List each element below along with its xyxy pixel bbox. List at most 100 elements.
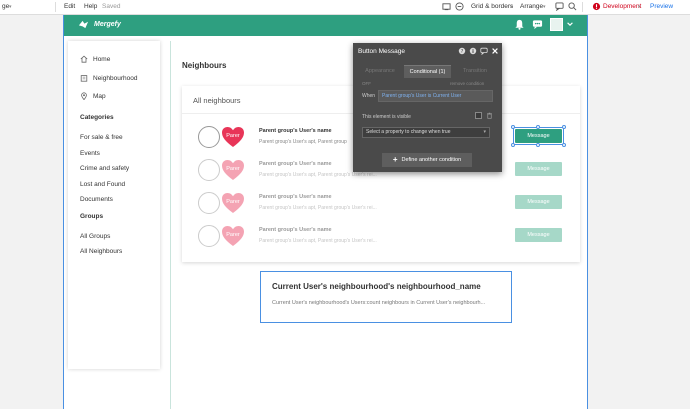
visible-checkbox[interactable] xyxy=(475,112,482,119)
sidebar-item-crime-safety[interactable]: Crime and safety xyxy=(80,165,129,172)
neighbour-description: Parent group's User's apt, Parent group'… xyxy=(259,172,377,178)
help-icon[interactable]: ? xyxy=(458,47,466,55)
neighbour-avatar[interactable] xyxy=(198,126,220,148)
sidebar-item-label: Map xyxy=(93,92,106,100)
neighbour-name: Parent group's User's name xyxy=(259,128,332,134)
messages-icon[interactable] xyxy=(532,19,543,30)
warning-icon xyxy=(592,2,601,11)
define-condition-label: Define another condition xyxy=(401,157,462,163)
visible-label: This element is visible xyxy=(362,114,411,120)
content-divider xyxy=(170,41,171,409)
resize-handle[interactable] xyxy=(562,143,566,147)
resize-handle[interactable] xyxy=(562,125,566,129)
toolbar-divider xyxy=(582,2,583,12)
sidebar-item-all-neighbours[interactable]: All Neighbours xyxy=(80,248,122,255)
message-button[interactable]: Message xyxy=(515,195,562,209)
remove-condition-link[interactable]: remove condition xyxy=(450,81,484,86)
map-pin-icon xyxy=(81,92,87,100)
comment-icon[interactable] xyxy=(480,47,488,55)
when-label: When xyxy=(362,93,376,99)
resize-handle[interactable] xyxy=(536,125,540,129)
groups-heading: Groups xyxy=(80,213,104,220)
heart-label: Parer xyxy=(226,166,240,172)
svg-text:?: ? xyxy=(461,49,464,55)
property-select[interactable]: Select a property to change when true ▾ xyxy=(362,127,490,138)
neighbour-avatar[interactable] xyxy=(198,192,220,214)
search-icon[interactable] xyxy=(568,2,577,11)
chevron-down-icon[interactable] xyxy=(566,20,574,28)
message-button[interactable]: Message xyxy=(515,162,562,176)
sidebar-item-label: Neighbourhood xyxy=(93,74,138,82)
arrange-chevron-icon[interactable]: ▾ xyxy=(543,4,546,10)
panel-title: Button Message xyxy=(358,48,405,55)
mergefy-logo-icon xyxy=(78,20,89,29)
grid-borders-menu[interactable]: Grid & borders xyxy=(471,3,513,10)
neighbour-row: Parer Parent group's User's name Parent … xyxy=(182,191,580,219)
sidebar-item-map[interactable]: Map xyxy=(80,92,106,100)
page-dropdown-chevron-icon[interactable]: ▾ xyxy=(9,4,12,10)
bell-icon[interactable] xyxy=(514,19,525,30)
trash-icon[interactable] xyxy=(486,112,493,119)
grid-chevron-icon[interactable]: ▾ xyxy=(510,4,513,10)
resize-handle[interactable] xyxy=(511,143,515,147)
heart-label: Parer xyxy=(226,199,240,205)
responsive-icon[interactable] xyxy=(442,2,451,11)
resize-handle[interactable] xyxy=(511,125,515,129)
neighbourhood-name: Current User's neighbourhood's neighbour… xyxy=(272,282,481,291)
save-status: Saved xyxy=(102,3,121,10)
app-header: Mergefy xyxy=(64,15,587,36)
tab-transition[interactable]: Transition xyxy=(451,65,499,78)
edit-menu[interactable]: Edit xyxy=(64,3,75,10)
close-icon[interactable] xyxy=(491,47,499,55)
neighbour-avatar[interactable] xyxy=(198,159,220,181)
issues-icon[interactable] xyxy=(455,2,464,11)
current-user-neighbourhood-box[interactable]: Current User's neighbourhood's neighbour… xyxy=(260,271,512,323)
preview-button[interactable]: Preview xyxy=(650,3,673,10)
info-icon[interactable] xyxy=(469,47,477,55)
heart-label: Parer xyxy=(226,232,240,238)
sidebar-item-events[interactable]: Events xyxy=(80,150,100,157)
help-menu[interactable]: Help xyxy=(84,3,97,10)
building-icon xyxy=(80,75,88,82)
toolbar-divider xyxy=(55,2,56,12)
brand-name: Mergefy xyxy=(94,21,121,28)
environment-chevron-icon[interactable]: ▾ xyxy=(638,4,641,10)
user-avatar[interactable] xyxy=(550,18,563,31)
neighbour-count-text: Current User's neighbourhood's Users:cou… xyxy=(272,300,486,306)
neighbour-row: Parer Parent group's User's name Parent … xyxy=(182,224,580,252)
sidebar-item-home[interactable]: Home xyxy=(80,55,110,63)
sidebar-item-documents[interactable]: Documents xyxy=(80,196,113,203)
condition-expression[interactable]: Parent group's User is Current User xyxy=(378,90,493,102)
arrange-menu[interactable]: Arrange xyxy=(520,3,543,10)
message-button[interactable]: Message xyxy=(515,228,562,242)
home-icon xyxy=(80,55,88,63)
neighbour-avatar[interactable] xyxy=(198,225,220,247)
property-editor-panel: Button Message ? Appearance Conditional … xyxy=(353,43,502,172)
sidebar-item-all-groups[interactable]: All Groups xyxy=(80,233,110,240)
chevron-down-icon: ▾ xyxy=(483,129,486,135)
sidebar-item-lost-found[interactable]: Lost and Found xyxy=(80,181,125,188)
sidebar-item-neighbourhood[interactable]: Neighbourhood xyxy=(80,74,137,82)
page-title: Neighbours xyxy=(182,61,227,70)
neighbour-description: Parent group's User's apt, Parent group xyxy=(259,139,347,145)
property-select-placeholder: Select a property to change when true xyxy=(366,129,451,135)
selection-outline xyxy=(511,125,566,147)
environment-selector[interactable]: Development xyxy=(603,3,641,10)
heart-label: Parer xyxy=(226,133,240,139)
neighbour-name: Parent group's User's name xyxy=(259,227,332,233)
condition-toggle[interactable]: OFF xyxy=(362,81,371,86)
neighbour-name: Parent group's User's name xyxy=(259,161,332,167)
page-canvas: Mergefy Home Neighbourhood Map Categorie… xyxy=(63,15,588,409)
neighbour-description: Parent group's User's apt, Parent group'… xyxy=(259,205,377,211)
sidebar-item-for-sale[interactable]: For sale & free xyxy=(80,134,123,141)
comments-icon[interactable] xyxy=(555,2,564,11)
sidebar: Home Neighbourhood Map Categories For sa… xyxy=(68,41,160,369)
resize-handle[interactable] xyxy=(536,143,540,147)
tab-appearance[interactable]: Appearance xyxy=(356,65,404,78)
define-condition-button[interactable]: + Define another condition xyxy=(382,153,472,167)
categories-heading: Categories xyxy=(80,114,114,121)
tab-conditional[interactable]: Conditional (1) xyxy=(404,65,451,78)
sidebar-item-label: Home xyxy=(93,55,111,63)
neighbour-name: Parent group's User's name xyxy=(259,194,332,200)
editor-toolbar: ge ▾ Edit Help Saved Grid & borders ▾ Ar… xyxy=(0,0,690,15)
